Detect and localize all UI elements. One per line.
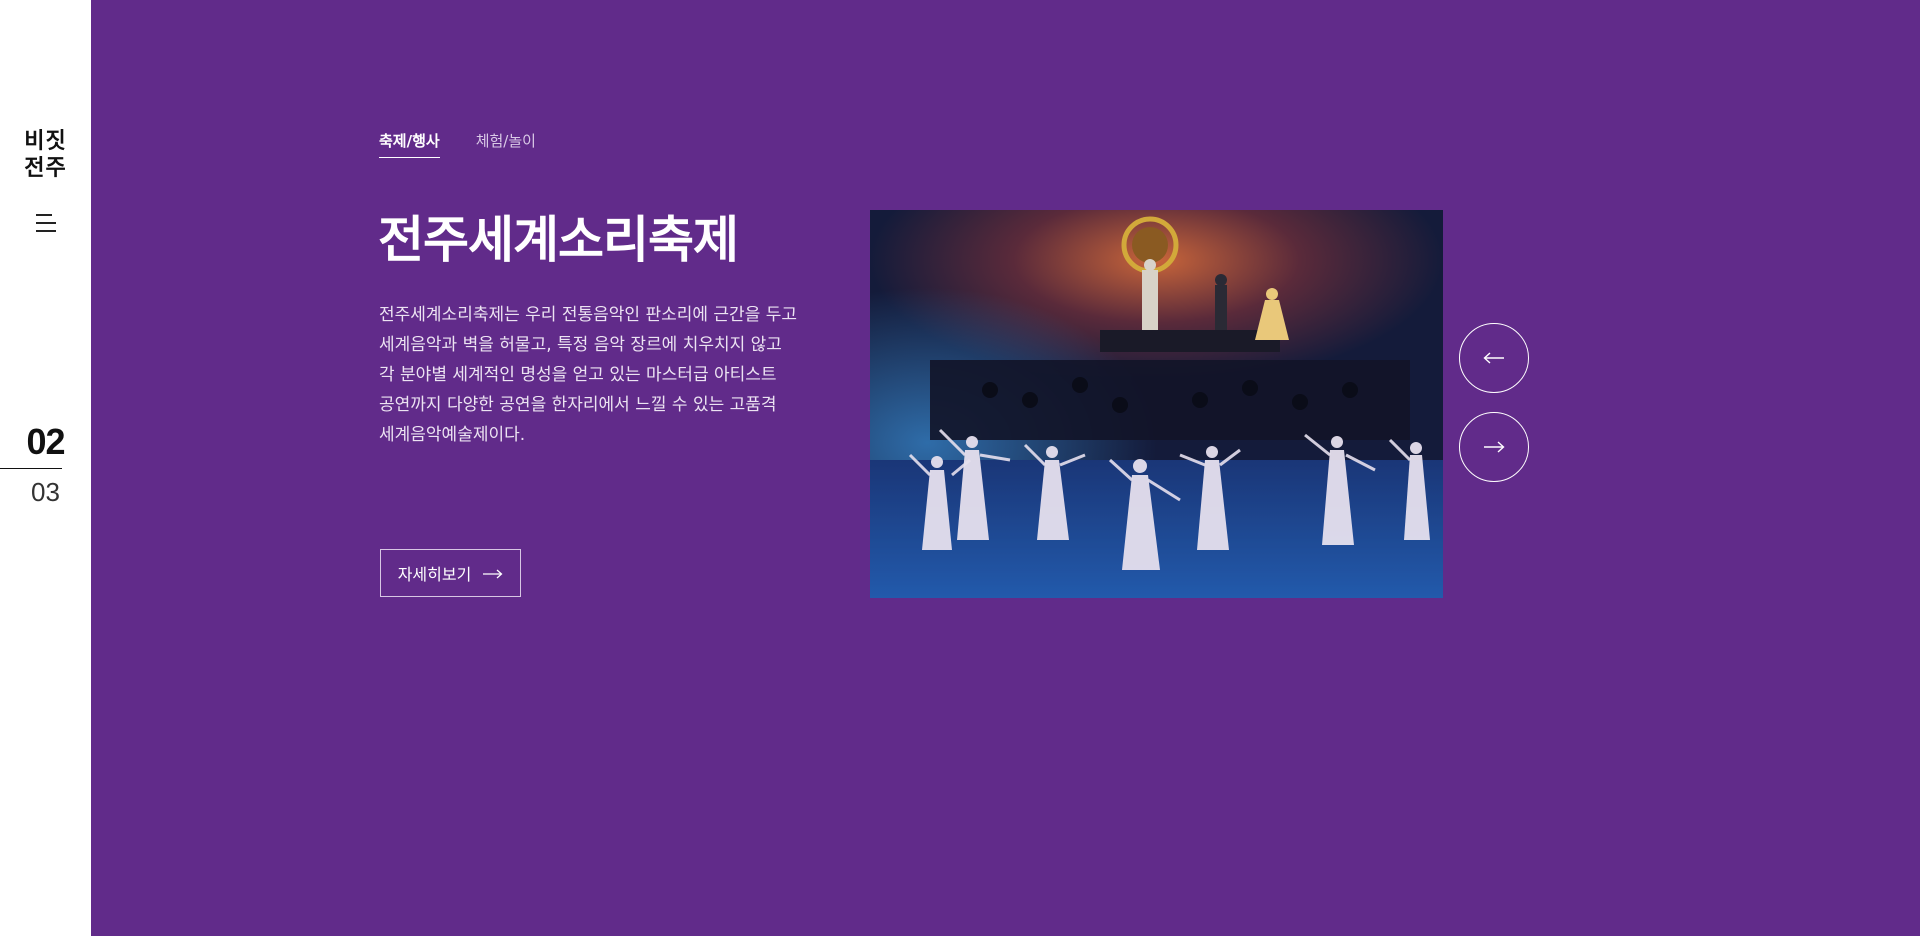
more-button-label: 자세히보기 bbox=[397, 565, 472, 584]
arrow-left-icon bbox=[1483, 349, 1505, 368]
site-logo[interactable]: 비짓 전주 bbox=[0, 128, 91, 182]
slide-title: 전주세계소리축제 bbox=[378, 211, 739, 269]
slide-description: 전주세계소리축제는 우리 전통음악인 판소리에 근간을 두고 세계음악과 벽을 … bbox=[379, 305, 798, 445]
logo-line-1: 비짓 bbox=[24, 128, 67, 154]
performance-photo bbox=[870, 210, 1443, 598]
arrow-right-icon bbox=[483, 564, 503, 583]
next-slide-button[interactable] bbox=[1459, 412, 1529, 482]
tab-experience[interactable]: 체험/놀이 bbox=[476, 130, 536, 158]
logo-line-2: 전주 bbox=[24, 155, 67, 181]
slide-counter-total: 03 bbox=[31, 477, 60, 507]
category-tabs: 축제/행사 체험/놀이 bbox=[379, 130, 536, 158]
arrow-right-icon bbox=[1483, 438, 1505, 457]
counter-divider bbox=[0, 468, 62, 469]
tab-festival[interactable]: 축제/행사 bbox=[379, 130, 440, 158]
prev-slide-button[interactable] bbox=[1459, 323, 1529, 393]
sidebar: 비짓 전주 02 03 bbox=[0, 0, 91, 936]
slide-counter-current: 02 bbox=[26, 421, 65, 462]
hamburger-icon[interactable] bbox=[34, 213, 58, 233]
more-button[interactable]: 자세히보기 bbox=[380, 549, 521, 597]
